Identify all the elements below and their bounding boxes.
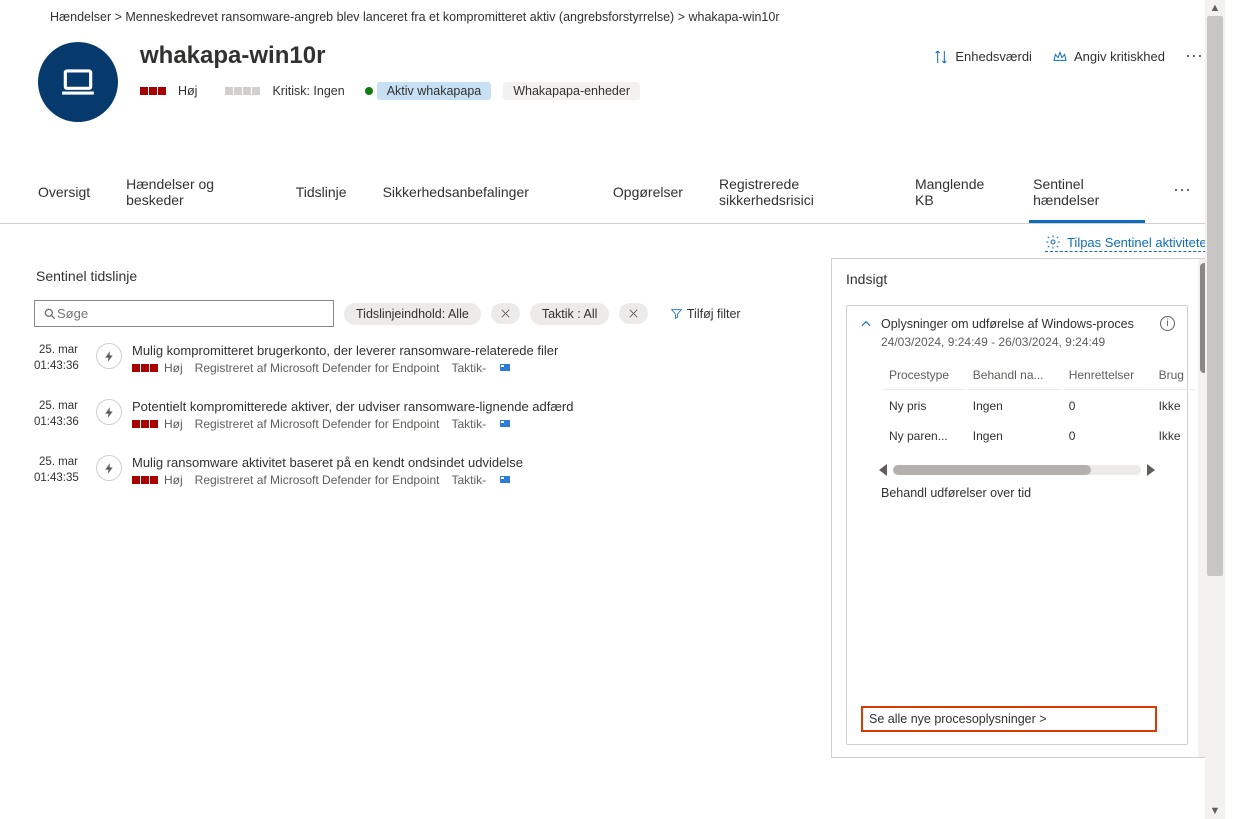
tab-missing-kb[interactable]: Manglende KB [911,166,1001,223]
timeline-item[interactable]: 25. mar01:43:36 Potentielt kompromittere… [34,399,819,431]
timeline-item[interactable]: 25. mar01:43:36 Mulig kompromitteret bru… [34,343,819,375]
filter-icon [670,307,683,320]
filter-chip-content-clear[interactable] [491,303,520,324]
tab-overview[interactable]: Oversigt [34,174,94,215]
severity-badge: Høj [132,417,183,431]
tab-incidents[interactable]: Hændelser og beskeder [122,166,264,223]
tab-inventory[interactable]: Opgørelser [609,174,687,215]
bolt-icon [96,399,122,425]
laptop-icon [59,63,97,101]
chart-label: Behandl udførelser over tid [881,486,1175,500]
timeline-date: 25. mar01:43:35 [34,455,86,487]
tactic-icon [498,474,512,486]
filter-chip-tactic[interactable]: Taktik : All [530,303,610,325]
severity-label: Høj [178,84,197,98]
registered-by-label: Registreret af Microsoft Defender for En… [195,417,440,431]
timeline-item-title: Potentielt kompromitterede aktiver, der … [132,399,574,414]
scroll-right-button[interactable] [1147,464,1155,476]
severity-badge: Høj [132,473,183,487]
tactic-label: Taktik- [451,361,486,375]
registered-by-label: Registreret af Microsoft Defender for En… [195,473,440,487]
page-scrollbar[interactable]: ▲ ▼ [1205,0,1225,819]
device-value-button[interactable]: Enhedsværdi [933,49,1032,65]
set-criticality-button[interactable]: Angiv kritiskhed [1052,49,1165,65]
insights-card: Oplysninger om udførelse af Windows-proc… [846,305,1188,745]
scroll-left-button[interactable] [879,464,887,476]
timeline-date: 25. mar01:43:36 [34,343,86,375]
breadcrumb[interactable]: Hændelser > Menneskedrevet ransomware-an… [0,0,1225,26]
insights-heading: Indsigt [846,271,1188,287]
process-table: Procestype Behandl na... Henrettelser Br… [881,359,1197,452]
filter-chip-content[interactable]: Tidslinjeindhold: Alle [344,303,481,325]
status-dot-icon [365,87,373,95]
tab-timeline[interactable]: Tidslinje [292,174,351,215]
tab-sentinel-events[interactable]: Sentinel hændelser [1029,166,1145,223]
table-row[interactable]: Ny prisIngen0Ikke [883,392,1195,420]
timeline-item-title: Mulig ransomware aktivitet baseret på en… [132,455,523,470]
tabs-overflow-button[interactable]: ⋯ [1173,180,1191,209]
criticality-label: Kritisk: Ingen [272,84,344,98]
tactic-icon [498,362,512,374]
chevron-up-icon[interactable] [859,317,873,331]
page-title: whakapa-win10r [140,42,640,70]
bolt-icon [96,455,122,481]
horizontal-scrollbar[interactable] [893,465,1141,475]
timeline-item-title: Mulig kompromitteret brugerkonto, der le… [132,343,558,358]
registered-by-label: Registreret af Microsoft Defender for En… [195,361,440,375]
gear-icon [1045,234,1061,250]
table-row[interactable]: Ny paren...Ingen0Ikke [883,422,1195,450]
severity-indicator [140,87,166,95]
scroll-up-icon[interactable]: ▲ [1209,2,1221,14]
more-actions-button[interactable]: ⋯ [1185,46,1203,67]
device-group-pill[interactable]: Whakapapa-enheder [503,82,640,100]
customize-activities-button[interactable]: Tilpas Sentinel aktiviteter [1045,234,1211,252]
close-icon [627,307,640,320]
card-title: Oplysninger om udførelse af Windows-proc… [881,317,1134,331]
search-input[interactable] [57,306,325,321]
device-avatar [38,42,118,122]
tab-vulnerabilities[interactable]: Registrerede sikkerhedsrisici [715,166,883,223]
tactic-icon [498,418,512,430]
close-icon [499,307,512,320]
tab-recommendations[interactable]: Sikkerhedsanbefalinger [379,174,533,215]
criticality-indicator [225,87,260,95]
scroll-down-icon[interactable]: ▼ [1209,805,1221,817]
active-group-pill[interactable]: Aktiv whakapapa [377,82,492,100]
tactic-label: Taktik- [451,417,486,431]
swap-icon [933,49,949,65]
info-icon[interactable]: i [1160,316,1175,331]
filter-chip-tactic-clear[interactable] [619,303,648,324]
col-process-name: Behandl na... [967,361,1061,390]
card-daterange: 24/03/2024, 9:24:49 - 26/03/2024, 9:24:4… [881,335,1175,349]
timeline-heading: Sentinel tidslinje [36,268,819,284]
col-executions: Henrettelser [1063,361,1151,390]
tab-bar: Oversigt Hændelser og beskeder Tidslinje… [0,166,1225,224]
search-input-wrapper[interactable] [34,300,334,327]
search-icon [43,307,57,321]
timeline-item[interactable]: 25. mar01:43:35 Mulig ransomware aktivit… [34,455,819,487]
see-all-link[interactable]: Se alle nye procesoplysninger > [861,706,1157,732]
crown-icon [1052,49,1068,65]
severity-badge: Høj [132,361,183,375]
col-usage: Brug [1153,361,1195,390]
tactic-label: Taktik- [451,473,486,487]
add-filter-button[interactable]: Tilføj filter [658,303,752,325]
insights-panel: Indsigt Oplysninger om udførelse af Wind… [831,258,1213,758]
timeline-date: 25. mar01:43:36 [34,399,86,431]
bolt-icon [96,343,122,369]
col-process-type: Procestype [883,361,965,390]
